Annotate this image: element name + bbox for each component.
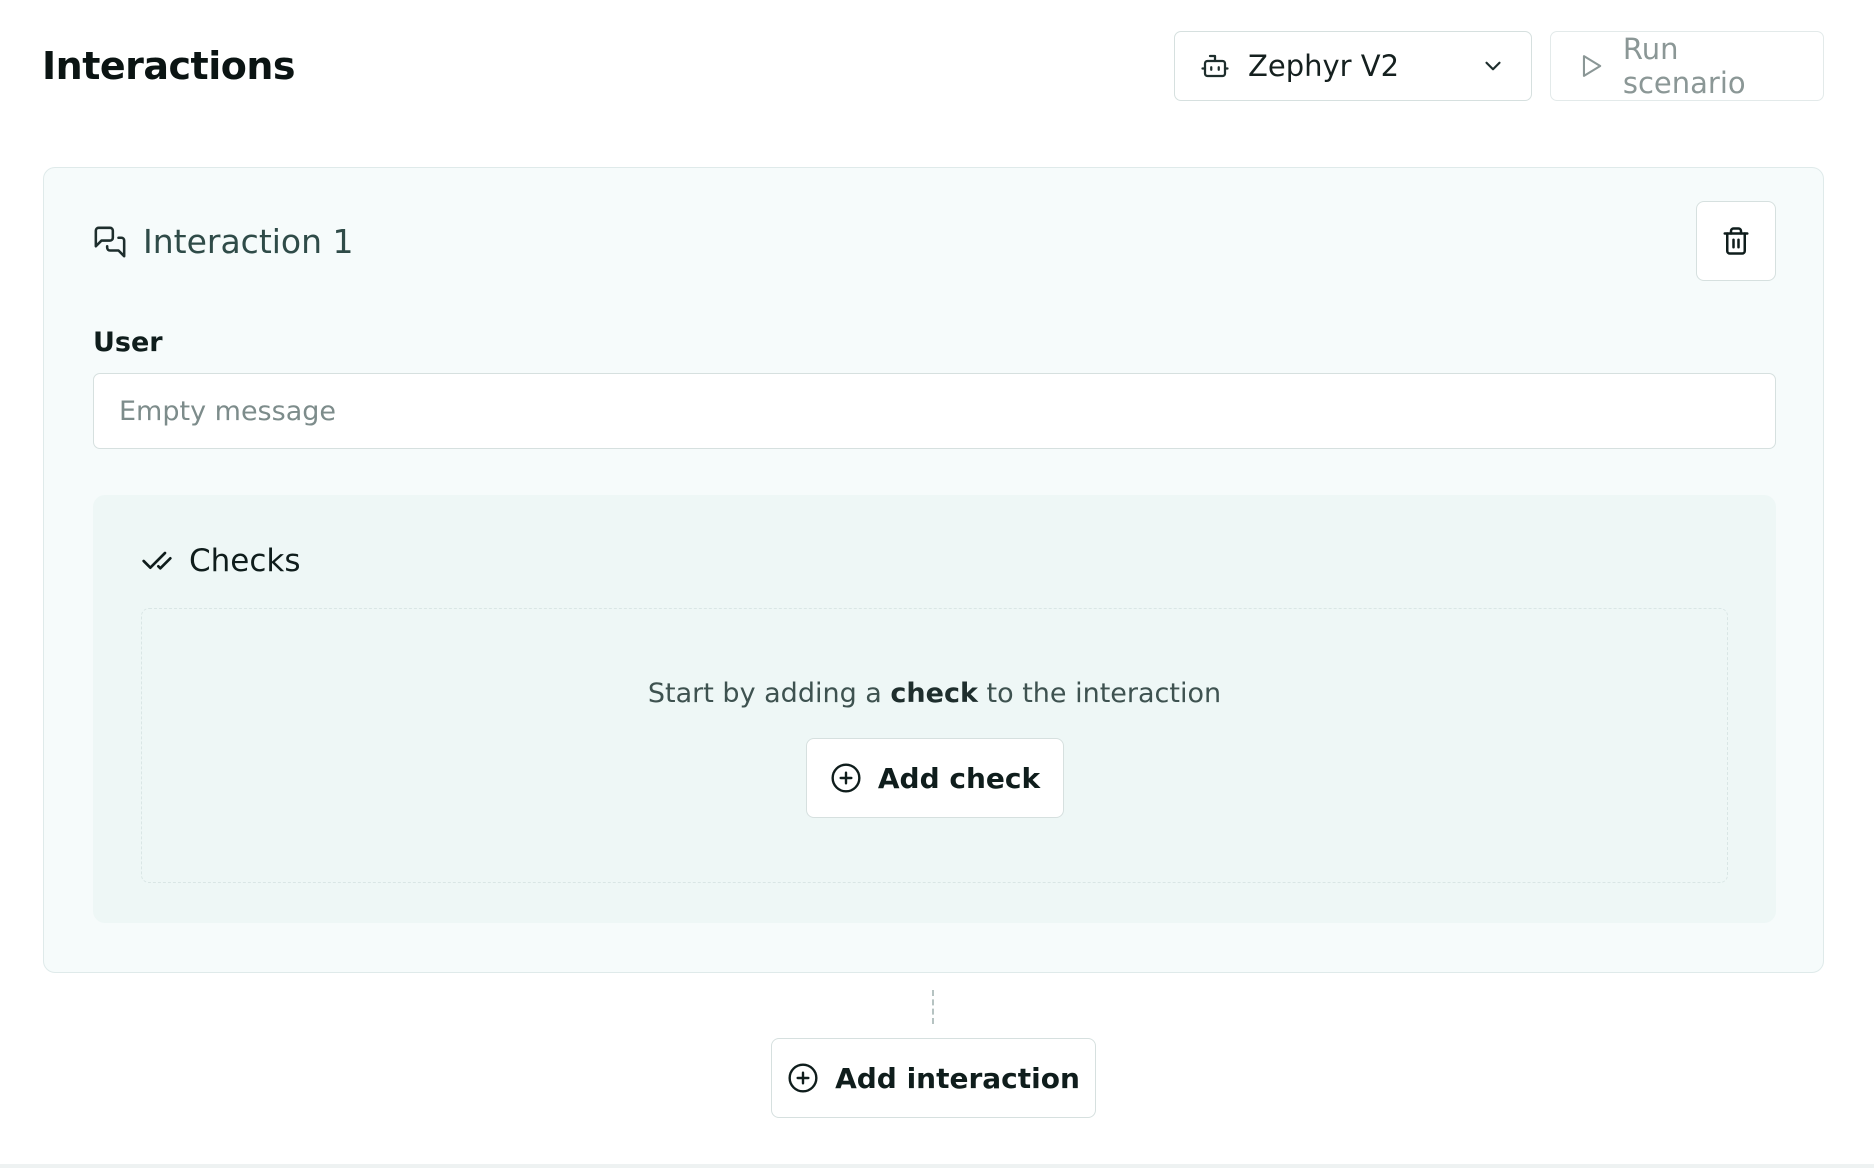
add-check-button[interactable]: Add check [806,738,1064,818]
delete-interaction-button[interactable] [1696,201,1776,281]
interaction-header: Interaction 1 [93,222,354,261]
checks-title: Checks [189,543,301,579]
check-check-icon [142,551,172,570]
interaction-connector [932,990,934,1024]
interaction-card: Interaction 1 User Checks Start by addin [43,167,1824,973]
trash-icon [1723,227,1749,255]
page-title: Interactions [42,44,296,88]
run-scenario-button[interactable]: Run scenario [1550,31,1824,101]
interaction-title: Interaction 1 [143,222,354,261]
add-interaction-label: Add interaction [835,1061,1080,1095]
chevron-down-icon [1485,61,1501,71]
model-select-value: Zephyr V2 [1248,49,1400,83]
checks-empty-text: Start by adding a check to the interacti… [647,678,1222,709]
plus-circle-icon [788,1063,818,1093]
checks-empty-state: Start by adding a check to the interacti… [141,608,1728,883]
add-interaction-button[interactable]: Add interaction [771,1038,1096,1118]
run-scenario-label: Run scenario [1622,32,1746,100]
plus-circle-icon [831,763,861,793]
bot-icon [1201,54,1229,78]
checks-header: Checks [141,543,301,579]
bottom-divider [0,1164,1874,1168]
model-select[interactable]: Zephyr V2 [1174,31,1532,101]
user-field-label: User [93,327,163,358]
play-icon [1582,55,1602,77]
checks-panel: Checks Start by adding a check to the in… [93,495,1776,923]
add-check-label: Add check [877,761,1041,795]
messages-icon [94,226,126,257]
interactions-page: Interactions Zephyr V2 Run scenario Inte… [0,0,1874,1168]
user-message-input[interactable] [93,373,1776,449]
